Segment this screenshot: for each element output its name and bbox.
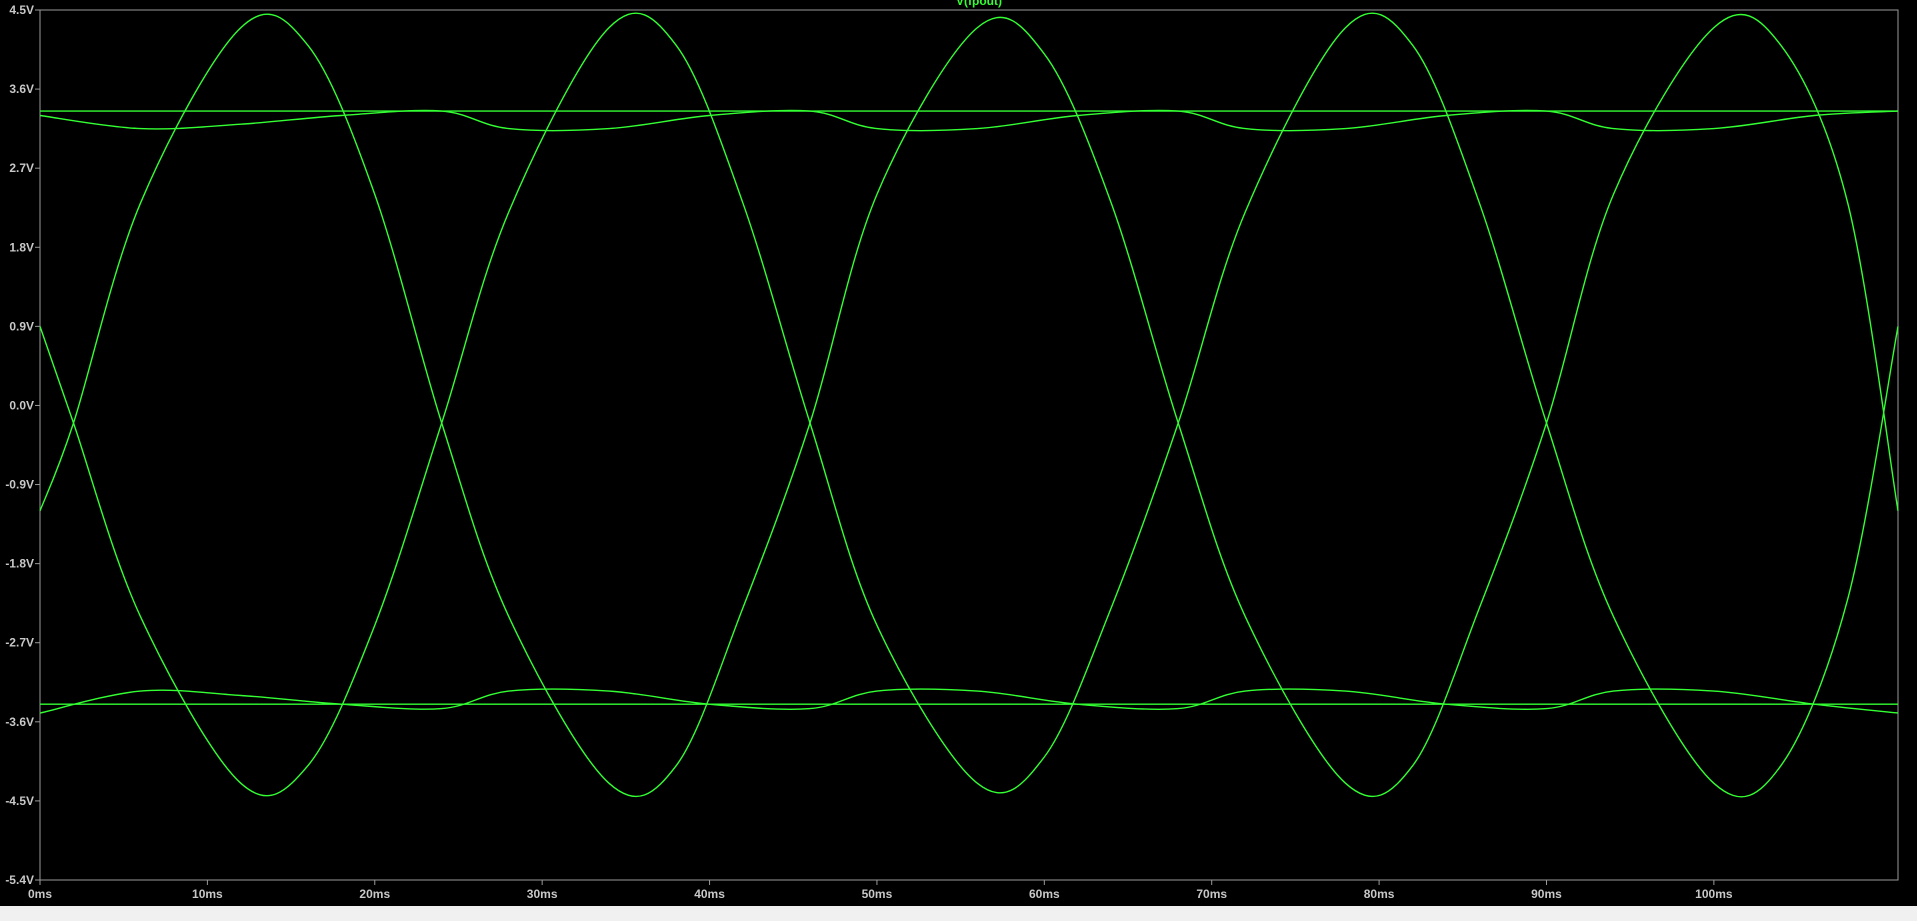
waveform-plot-window[interactable]: 0ms 10ms 20ms 30ms 40ms 50ms 60ms 70ms 80ms 90ms 1… (0, 0, 1917, 906)
y-tick-label: -0.9V (5, 478, 34, 492)
x-tick-label: 100ms (1695, 887, 1733, 901)
x-tick-label: 80ms (1364, 887, 1395, 901)
x-tick-label: 40ms (694, 887, 725, 901)
y-tick-label: 3.6V (9, 82, 34, 96)
x-tick-label: 10ms (192, 887, 223, 901)
y-tick-label: -1.8V (5, 557, 34, 571)
status-strip (0, 906, 1917, 921)
x-tick-label: 20ms (359, 887, 390, 901)
y-tick-label: 2.7V (9, 161, 34, 175)
trace-label[interactable]: V(fpout) (956, 0, 1002, 8)
y-tick-label: -2.7V (5, 636, 34, 650)
y-tick-label: 4.5V (9, 3, 34, 17)
x-tick-label: 70ms (1196, 887, 1227, 901)
x-tick-label: 60ms (1029, 887, 1060, 901)
y-axis: 4.5V 3.6V 2.7V 1.8V 0.9V 0.0V -0.9V -1.8V -2.7V -… (5, 3, 40, 887)
y-tick-label: -5.4V (5, 873, 34, 887)
x-axis: 0ms 10ms 20ms 30ms 40ms 50ms 60ms 70ms 80ms 90ms 1… (28, 880, 1733, 901)
x-tick-label: 50ms (862, 887, 893, 901)
y-tick-label: -3.6V (5, 715, 34, 729)
trace-series-0 (39, 12, 1899, 798)
y-tick-label: 0.0V (9, 398, 34, 412)
waveform-plot[interactable]: 0ms 10ms 20ms 30ms 40ms 50ms 60ms 70ms 80ms 90ms 1… (0, 0, 1917, 906)
x-tick-label: 0ms (28, 887, 52, 901)
trace-series-1 (39, 13, 1899, 798)
x-tick-label: 30ms (527, 887, 558, 901)
trace-series-2 (39, 109, 1899, 132)
trace-series-3 (39, 688, 1899, 714)
trace-layer (39, 12, 1899, 798)
y-tick-label: -4.5V (5, 794, 34, 808)
y-tick-label: 0.9V (9, 319, 34, 333)
x-tick-label: 90ms (1531, 887, 1562, 901)
y-tick-label: 1.8V (9, 240, 34, 254)
